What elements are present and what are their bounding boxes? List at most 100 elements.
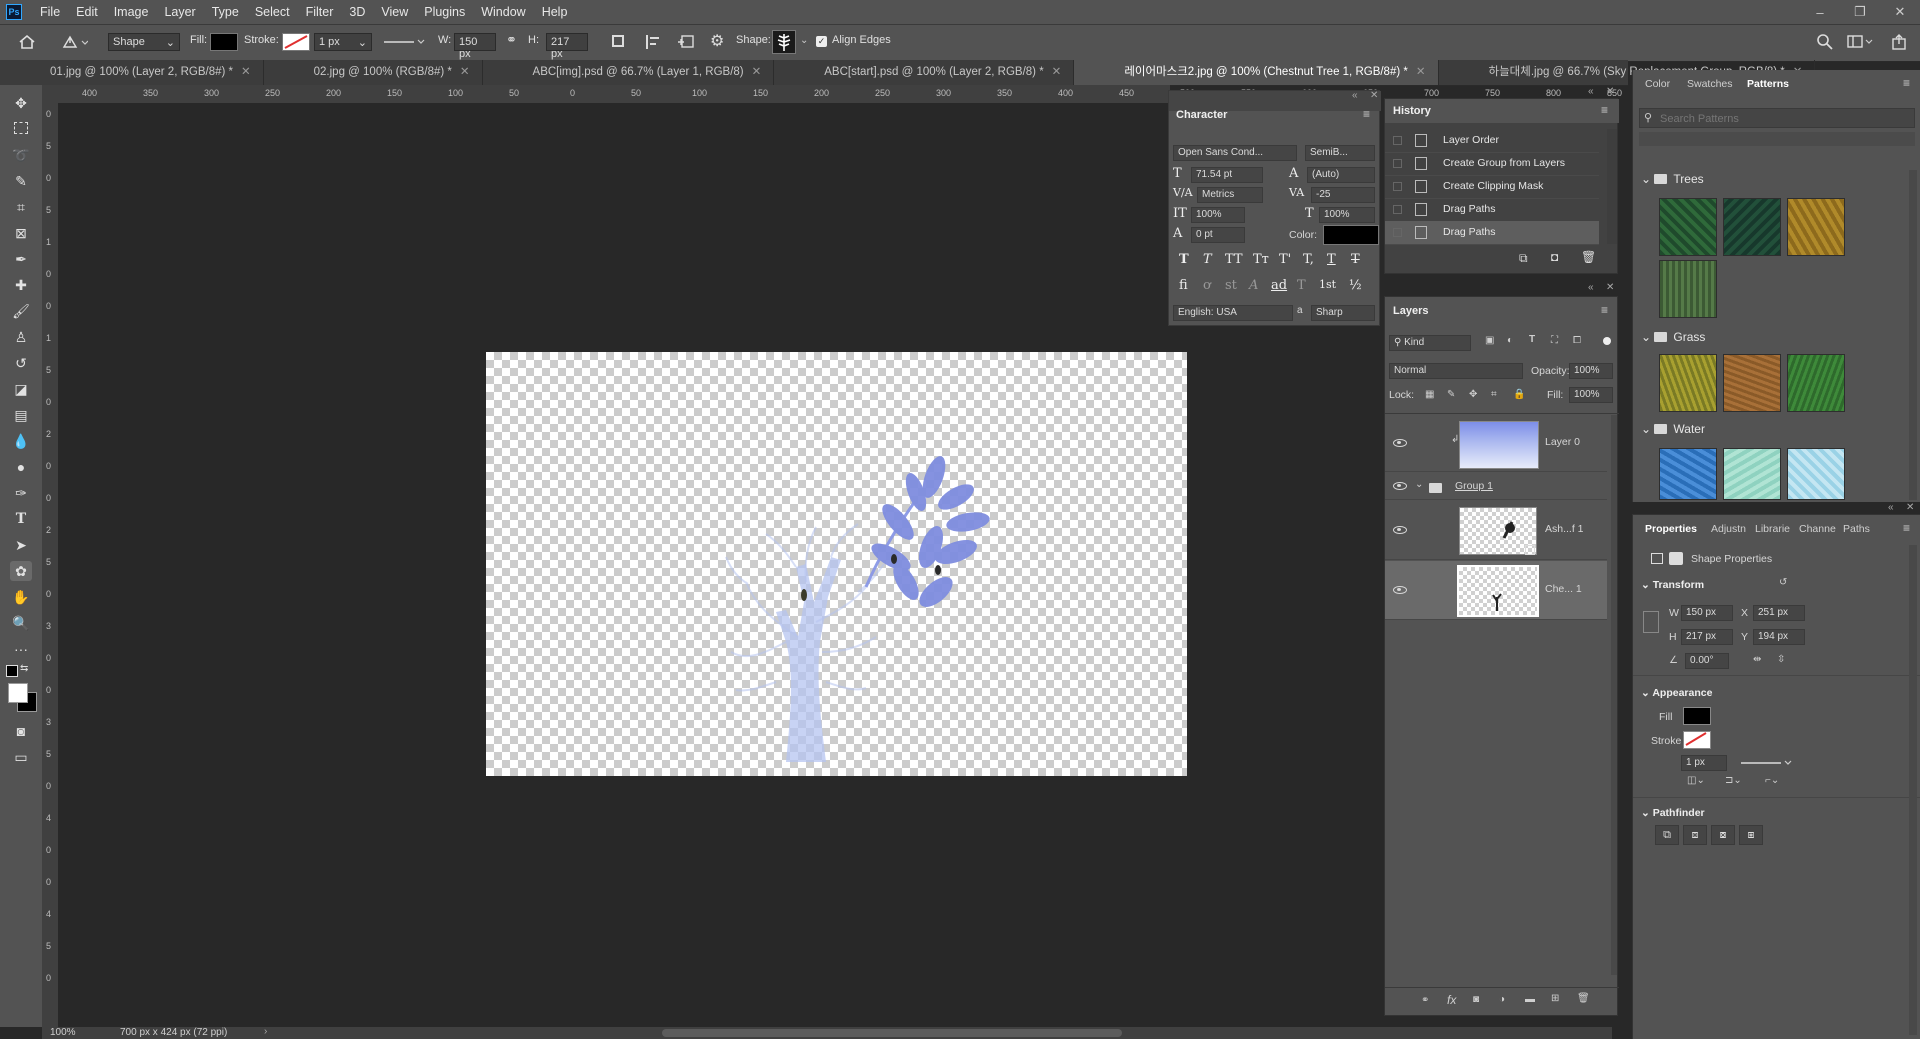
shape-width-field[interactable]: 150 px <box>1681 605 1733 621</box>
pattern-swatch[interactable] <box>1723 198 1781 256</box>
menu-window[interactable]: Window <box>473 5 533 19</box>
more-tools-icon[interactable]: ··· <box>10 639 32 659</box>
eraser-icon[interactable]: ◪ <box>10 379 32 399</box>
brush-tool-icon[interactable]: 🖌 <box>10 301 32 321</box>
layer-group-row[interactable]: ⌄ Group 1 <box>1385 473 1607 500</box>
opacity-field[interactable]: 100% <box>1569 363 1613 379</box>
layer-row[interactable]: ↲ Layer 0 <box>1385 415 1607 472</box>
close-panel-icon[interactable]: ✕ <box>1606 86 1614 97</box>
workspace-icon[interactable] <box>1846 33 1874 51</box>
new-layer-icon[interactable]: ⊞ <box>1551 993 1559 1004</box>
subtract-shapes-icon[interactable]: ⧈ <box>1683 825 1707 845</box>
new-document-from-state-icon[interactable]: ⧉ <box>1519 251 1528 266</box>
trash-icon[interactable]: 🗑 <box>1581 250 1596 264</box>
lock-transparent-icon[interactable]: ▦ <box>1425 389 1434 400</box>
pattern-group-grass[interactable]: ⌄ Grass <box>1641 330 1705 344</box>
font-size-field[interactable]: 71.54 pt <box>1191 167 1263 183</box>
mask-icon[interactable]: ◙ <box>1473 994 1479 1005</box>
pattern-swatch[interactable] <box>1723 354 1781 412</box>
gradient-tool-icon[interactable]: ▤ <box>10 405 32 425</box>
zoom-level[interactable]: 100% <box>50 1027 76 1038</box>
collapse-panel-icon[interactable]: « <box>1588 282 1594 293</box>
tab-color[interactable]: Color <box>1645 78 1670 90</box>
fractions-button[interactable]: ½ <box>1349 278 1362 293</box>
collapse-panel-icon[interactable]: « <box>1352 90 1358 101</box>
pen-tool-preset-icon[interactable] <box>60 33 88 51</box>
history-item[interactable]: Layer Order <box>1385 129 1599 153</box>
tab-properties[interactable]: Properties <box>1645 523 1697 535</box>
vertical-scale-field[interactable]: 100% <box>1191 207 1245 223</box>
chevron-down-icon[interactable]: ⌄ <box>1415 479 1423 490</box>
pattern-group-water[interactable]: ⌄ Water <box>1641 422 1705 436</box>
tab-01-jpg[interactable]: 01.jpg @ 100% (Layer 2, RGB/8#) * ✕ <box>0 60 264 85</box>
home-icon[interactable] <box>18 34 36 50</box>
leading-field[interactable]: (Auto) <box>1307 167 1375 183</box>
panel-menu-icon[interactable]: ≡ <box>1363 107 1370 121</box>
menu-plugins[interactable]: Plugins <box>416 5 473 19</box>
close-panel-icon[interactable]: ✕ <box>1370 90 1378 101</box>
fx-icon[interactable]: fx <box>1447 993 1456 1007</box>
lock-artboard-icon[interactable]: ⌗ <box>1491 389 1497 400</box>
menu-edit[interactable]: Edit <box>68 5 106 19</box>
underline-button[interactable]: T <box>1327 252 1336 267</box>
stroke-type-select[interactable] <box>1737 755 1797 771</box>
history-item[interactable]: Create Group from Layers <box>1385 152 1599 176</box>
tab-adjustments[interactable]: Adjustn <box>1711 523 1746 535</box>
tab-swatches[interactable]: Swatches <box>1687 78 1733 90</box>
link-icon[interactable]: ⚭ <box>506 32 517 48</box>
lock-position-icon[interactable]: ✥ <box>1469 389 1477 400</box>
close-panel-icon[interactable]: ✕ <box>1906 502 1914 513</box>
menu-help[interactable]: Help <box>534 5 576 19</box>
pattern-swatch[interactable] <box>1787 198 1845 256</box>
close-icon[interactable]: ✕ <box>241 66 251 78</box>
menu-type[interactable]: Type <box>204 5 247 19</box>
properties-scrollbar[interactable] <box>1909 545 1917 1035</box>
blend-mode-select[interactable]: Normal <box>1389 363 1523 379</box>
path-operations-icon[interactable] <box>612 35 624 47</box>
flip-horizontal-icon[interactable]: ⇹ <box>1753 654 1761 665</box>
old-style-button[interactable]: ơ <box>1203 278 1211 293</box>
trash-icon[interactable]: 🗑 <box>1577 993 1590 1004</box>
stroke-width-field[interactable]: 1 px ⌄ <box>314 33 372 51</box>
pattern-group-trees[interactable]: ⌄ Trees <box>1641 172 1704 186</box>
height-field[interactable]: 217 px <box>546 33 588 60</box>
collapse-panel-icon[interactable]: « <box>1888 502 1894 513</box>
stroke-corners-icon[interactable]: ⌐⌄ <box>1765 775 1779 786</box>
foreground-color-swatch[interactable] <box>8 683 28 703</box>
close-window-button[interactable]: ✕ <box>1880 4 1920 20</box>
frame-tool-icon[interactable]: ⊠ <box>10 223 32 243</box>
smart-object-filter-icon[interactable]: ⧠ <box>1573 335 1581 346</box>
link-icon[interactable]: ⚭ <box>1421 995 1429 1006</box>
subscript-button[interactable]: T, <box>1303 252 1314 267</box>
path-selection-icon[interactable]: ➤ <box>10 535 32 555</box>
flip-vertical-icon[interactable]: ⇳ <box>1777 654 1785 665</box>
fill-field[interactable]: 100% <box>1569 387 1613 403</box>
menu-filter[interactable]: Filter <box>298 5 342 19</box>
move-tool-icon[interactable]: ✥ <box>10 93 32 113</box>
history-item-selected[interactable]: Drag Paths <box>1385 221 1599 245</box>
gear-icon[interactable]: ⚙ <box>710 31 724 51</box>
adjustment-filter-icon[interactable]: ◐ <box>1507 335 1513 346</box>
eye-icon[interactable] <box>1393 482 1407 490</box>
tab-abc-img[interactable]: ABC[img].psd @ 66.7% (Layer 1, RGB/8) ✕ <box>483 60 775 85</box>
intersect-shapes-icon[interactable]: ⧇ <box>1711 825 1735 845</box>
pattern-swatch[interactable] <box>1659 260 1717 318</box>
kerning-field[interactable]: Metrics <box>1197 187 1263 203</box>
eye-icon[interactable] <box>1393 526 1407 534</box>
menu-file[interactable]: File <box>32 5 68 19</box>
chevron-down-icon[interactable]: ⌄ <box>800 35 808 46</box>
language-select[interactable]: English: USA <box>1173 305 1293 321</box>
ligatures-button[interactable]: fi <box>1179 278 1188 293</box>
snapshot-checkbox[interactable] <box>1393 136 1402 145</box>
snapshot-checkbox[interactable] <box>1393 228 1402 237</box>
mask-properties-icon[interactable] <box>1669 552 1683 565</box>
text-color-swatch[interactable] <box>1323 225 1379 245</box>
marquee-tool-icon[interactable] <box>10 119 32 139</box>
transform-section-header[interactable]: ⌄ Transform <box>1641 579 1704 591</box>
horizontal-scale-field[interactable]: 100% <box>1319 207 1375 223</box>
clone-stamp-icon[interactable]: ♙ <box>10 327 32 347</box>
snapshot-checkbox[interactable] <box>1393 182 1402 191</box>
tab-layer-mask[interactable]: 레이어마스크2.jpg @ 100% (Chestnut Tree 1, RGB… <box>1074 60 1439 85</box>
titling-alternates-button[interactable]: T <box>1297 278 1306 293</box>
history-item[interactable]: Drag Paths <box>1385 198 1599 222</box>
